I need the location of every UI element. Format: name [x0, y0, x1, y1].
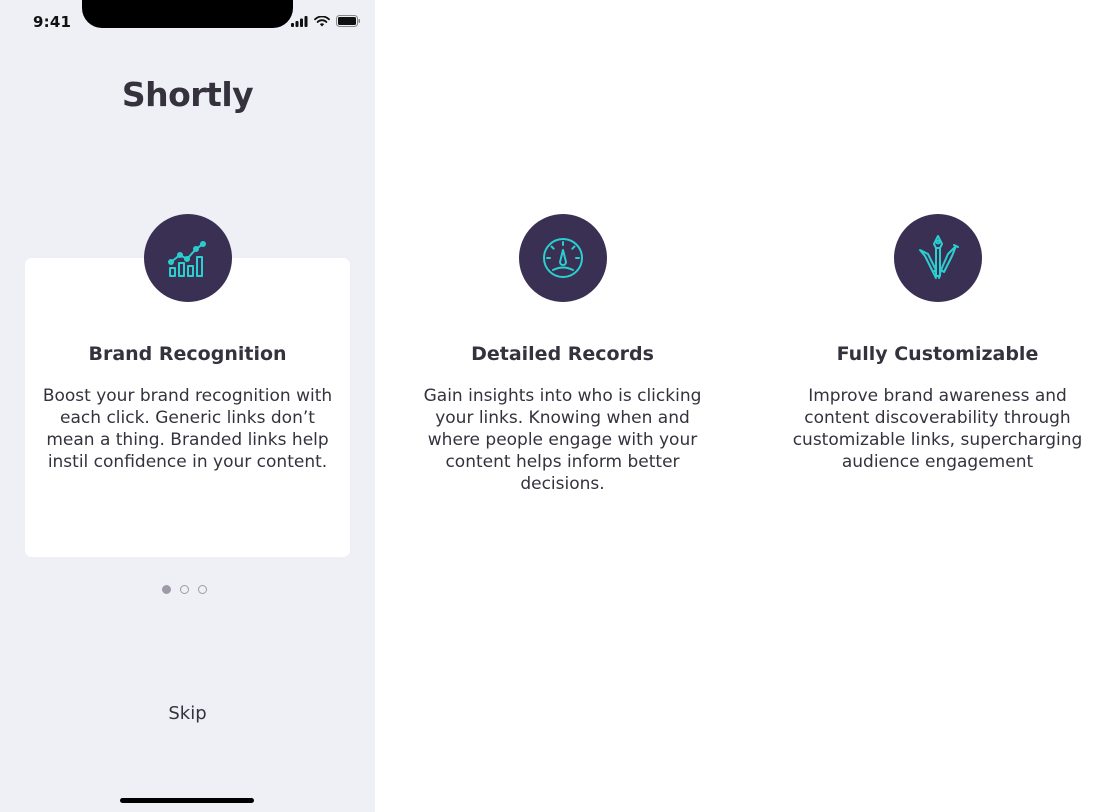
app-logo: Shortly — [121, 75, 254, 114]
slide-brand-recognition: Brand Recognition Boost your brand recog… — [25, 214, 350, 473]
slide-icon-circle — [893, 214, 982, 302]
battery-icon — [336, 15, 360, 27]
notch — [82, 0, 293, 28]
signal-icon — [291, 15, 308, 27]
slide-description: Boost your brand recognition with each c… — [42, 386, 333, 472]
chart-icon — [167, 241, 206, 277]
slide-title: Detailed Records — [471, 343, 654, 365]
slide-detailed-records: Detailed Records Gain insights into who … — [400, 214, 725, 495]
pagination-dot-2[interactable] — [180, 585, 189, 594]
slide-title: Fully Customizable — [836, 343, 1039, 365]
slide-title: Brand Recognition — [88, 343, 287, 365]
speedometer-icon — [542, 238, 583, 278]
status-time: 9:41 — [33, 13, 72, 31]
home-indicator — [120, 798, 254, 803]
slide-icon-circle — [143, 214, 232, 302]
pagination-dots[interactable] — [162, 585, 207, 594]
status-bar: 9:41 — [0, 0, 375, 44]
skip-button[interactable]: Skip — [0, 703, 375, 724]
slide-icon-circle — [518, 214, 607, 302]
pagination-dot-1[interactable] — [162, 585, 171, 594]
status-icons — [291, 15, 361, 27]
slide-description: Improve brand awareness and content disc… — [792, 386, 1083, 472]
slide-fully-customizable: Fully Customizable Improve brand awarene… — [775, 214, 1100, 473]
slide-description: Gain insights into who is clicking your … — [423, 386, 702, 494]
wifi-icon — [314, 15, 330, 26]
pagination-dot-3[interactable] — [198, 585, 207, 594]
pens-icon — [918, 235, 959, 279]
